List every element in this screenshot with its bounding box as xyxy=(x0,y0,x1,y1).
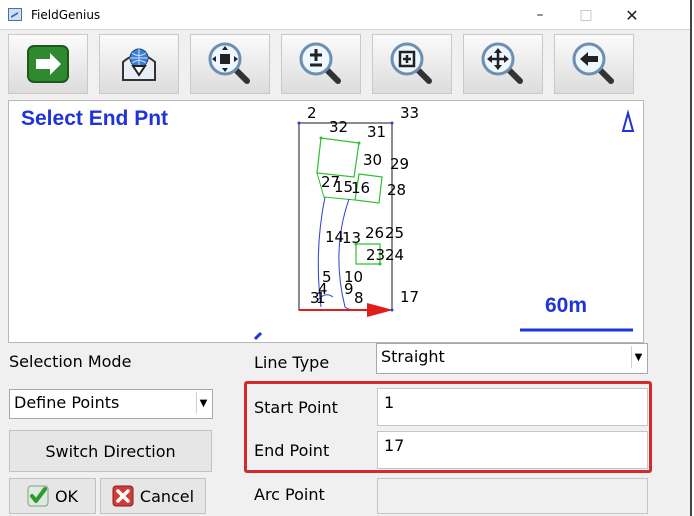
switch-direction-label: Switch Direction xyxy=(45,441,176,461)
selection-mode-dropdown[interactable]: Define Points ▼ xyxy=(9,389,213,419)
download-icon xyxy=(122,48,156,81)
next-arrow-icon xyxy=(27,45,69,83)
line-type-dropdown[interactable]: Straight ▼ xyxy=(376,343,648,374)
point-label: 17 xyxy=(400,288,419,306)
maximize-button[interactable]: □ xyxy=(564,0,608,30)
chevron-down-icon: ▼ xyxy=(631,346,645,368)
ok-label: OK xyxy=(54,486,79,506)
point-label: 31 xyxy=(367,123,386,141)
pan-button[interactable] xyxy=(463,34,543,94)
chevron-down-icon: ▼ xyxy=(196,392,210,414)
scale-label: 60m xyxy=(545,294,588,317)
cancel-x-icon xyxy=(112,485,134,507)
point-label: 26 xyxy=(365,224,384,242)
zoom-extents-icon xyxy=(208,42,250,84)
point-label: 1 xyxy=(316,289,326,307)
point-label: 25 xyxy=(385,224,404,242)
zoom-in-out-icon xyxy=(299,42,341,84)
zoom-in-out-button[interactable] xyxy=(281,34,361,94)
point-label: 9 xyxy=(344,280,354,298)
point-label: 13 xyxy=(342,229,361,247)
line-type-value: Straight xyxy=(381,347,445,366)
zoom-previous-icon xyxy=(572,42,614,84)
checkmark-icon xyxy=(27,485,49,507)
cancel-button[interactable]: Cancel xyxy=(100,478,206,514)
zoom-window-icon xyxy=(390,42,432,84)
arc-point-label: Arc Point xyxy=(254,485,325,504)
point-label: 32 xyxy=(329,118,348,136)
point-label: 29 xyxy=(390,155,409,173)
arc-point-input[interactable] xyxy=(377,478,648,514)
point-fields-highlight xyxy=(244,381,652,473)
zoom-window-button[interactable] xyxy=(372,34,452,94)
point-label: 23 xyxy=(366,246,385,264)
point-label: 2 xyxy=(307,104,317,122)
ok-button[interactable]: OK xyxy=(9,478,96,514)
zoom-extents-button[interactable] xyxy=(190,34,270,94)
title-bar: FieldGenius – □ ✕ xyxy=(0,0,690,30)
minimize-button[interactable]: – xyxy=(518,0,562,30)
fieldgenius-window: FieldGenius – □ ✕ Select End Pnt 2 33 32… xyxy=(0,0,692,516)
window-title: FieldGenius xyxy=(31,8,101,22)
selection-mode-value: Define Points xyxy=(14,393,120,412)
point-label: 30 xyxy=(363,151,382,169)
point-label: 33 xyxy=(400,104,419,122)
pan-icon xyxy=(481,42,523,84)
zoom-previous-button[interactable] xyxy=(554,34,634,94)
switch-direction-button[interactable]: Switch Direction xyxy=(9,430,212,472)
selection-mode-label: Selection Mode xyxy=(9,352,132,371)
point-label: 28 xyxy=(387,181,406,199)
map-toolbar xyxy=(8,34,642,98)
download-button[interactable] xyxy=(99,34,179,94)
line-type-label: Line Type xyxy=(254,353,330,372)
point-label: 24 xyxy=(385,246,404,264)
map-view[interactable]: Select End Pnt 2 33 32 31 30 29 27 15 16… xyxy=(8,100,644,343)
cancel-label: Cancel xyxy=(139,486,195,506)
point-label: 16 xyxy=(351,179,370,197)
close-button[interactable]: ✕ xyxy=(610,0,654,30)
next-button[interactable] xyxy=(8,34,88,94)
app-icon xyxy=(8,8,22,21)
point-label: 8 xyxy=(354,289,364,307)
